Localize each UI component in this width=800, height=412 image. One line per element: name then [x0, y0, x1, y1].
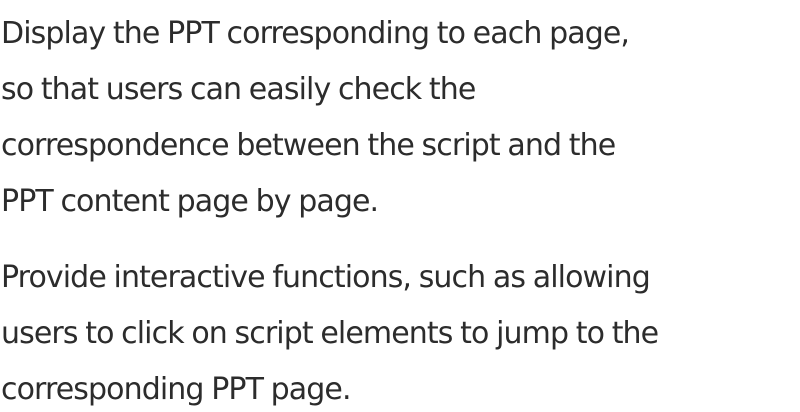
paragraph-ppt-display: Display the PPT corresponding to each pa… [1, 6, 800, 230]
text-line: corresponding PPT page. [1, 372, 352, 407]
text-line: correspondence between the script and th… [1, 128, 616, 163]
document-content: Display the PPT corresponding to each pa… [0, 0, 800, 412]
paragraph-interactive-functions: Provide interactive functions, such as a… [1, 250, 800, 412]
text-line: so that users can easily check the [1, 72, 476, 107]
text-line: Display the PPT corresponding to each pa… [1, 16, 630, 51]
text-line: PPT content page by page. [1, 184, 379, 219]
text-line: users to click on script elements to jum… [1, 316, 659, 351]
text-line: Provide interactive functions, such as a… [1, 260, 651, 295]
